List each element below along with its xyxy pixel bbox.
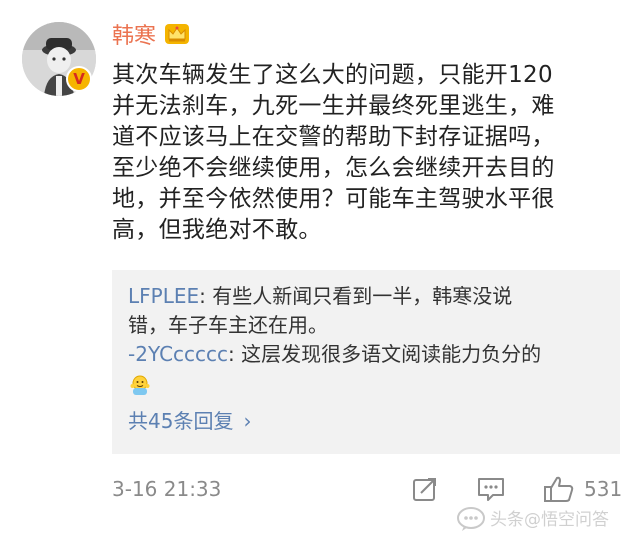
- weibo-comment-card: V 韩寒 其次车辆发生了这么大的问题，只能开120 并无法刹车，九死一生并最终死…: [0, 0, 640, 536]
- reply-item[interactable]: LFPLEE: 有些人新闻只看到一半，韩寒没说 错，车子车主还在用。: [128, 282, 608, 340]
- chevron-right-icon: ›: [243, 409, 252, 433]
- reply-separator: :: [199, 284, 213, 308]
- emoji-icon: [130, 375, 150, 395]
- watermark: 头条@悟空问答: [456, 506, 636, 534]
- reply-username[interactable]: LFPLEE: [128, 284, 199, 308]
- timestamp: 3-16 21:33: [112, 477, 222, 501]
- verified-badge: V: [66, 66, 92, 92]
- like-count: 531: [584, 477, 623, 501]
- watermark-text: 头条@悟空问答: [490, 510, 609, 530]
- replies-box: LFPLEE: 有些人新闻只看到一半，韩寒没说 错，车子车主还在用。 -2YCc…: [112, 270, 620, 454]
- reply-separator: :: [228, 342, 242, 366]
- more-replies-label: 共45条回复: [128, 409, 234, 433]
- watermark-logo-icon: [457, 507, 485, 531]
- more-replies-link[interactable]: 共45条回复 ›: [128, 406, 251, 436]
- post-text: 其次车辆发生了这么大的问题，只能开120 并无法刹车，九死一生并最终死里逃生，难…: [112, 62, 555, 243]
- comment-icon[interactable]: [476, 474, 506, 504]
- username[interactable]: 韩寒: [112, 22, 156, 52]
- share-icon[interactable]: [410, 474, 440, 504]
- reply-text: 这层发现很多语文阅读能力负分的: [241, 342, 542, 366]
- thumbs-up-icon[interactable]: [542, 474, 576, 504]
- reply-username[interactable]: -2YCccccc: [128, 342, 228, 366]
- reply-item[interactable]: -2YCccccc: 这层发现很多语文阅读能力负分的: [128, 340, 608, 369]
- crown-icon: [165, 24, 189, 44]
